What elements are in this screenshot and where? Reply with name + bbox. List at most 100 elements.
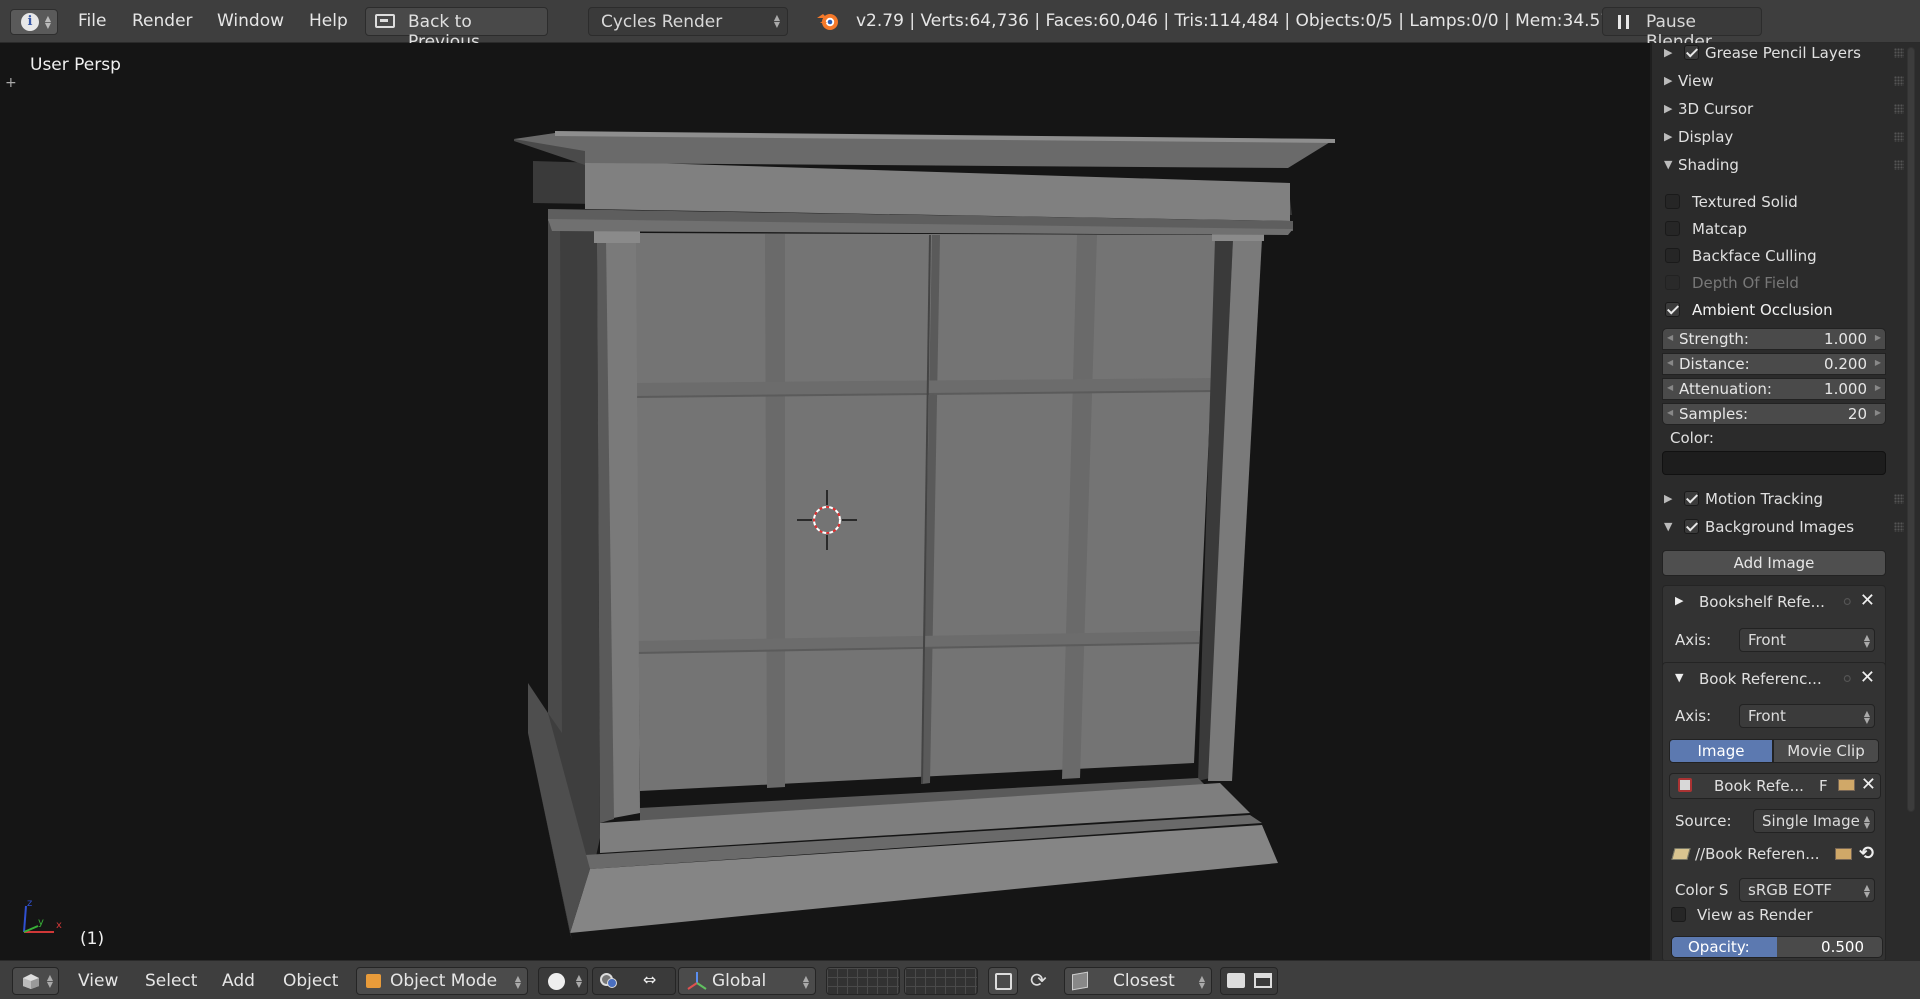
back-to-previous-button[interactable]: Back to Previous [365,7,548,52]
menu-file[interactable]: File [78,11,106,31]
unlink-image-close-icon[interactable]: ✕ [1861,774,1876,795]
panel-background-images[interactable]: ▼ Background Images [1652,518,1904,540]
pause-icon [1618,15,1629,29]
increment-arrow-icon[interactable]: ▶ [1875,333,1881,342]
source-dropdown[interactable]: Single Image ▲ ▼ [1753,809,1875,833]
depth-of-field-checkbox[interactable] [1665,275,1680,290]
remove-item-2-close-icon[interactable]: ✕ [1860,667,1875,688]
remove-item-1-close-icon[interactable]: ✕ [1860,590,1875,611]
menu-object[interactable]: Object [283,971,338,991]
grease-pencil-checkbox[interactable] [1684,45,1699,60]
region-expand-icon[interactable]: + [5,75,17,91]
3d-cursor-label: 3D Cursor [1678,100,1754,118]
bg-image-item-1-header[interactable]: ▶ Bookshelf Refe... ⚪ ✕ [1663,590,1885,616]
option-matcap[interactable]: Matcap [1652,220,1904,242]
drag-grip-icon[interactable] [1894,132,1904,142]
drag-grip-icon[interactable] [1894,48,1904,58]
panel-grease-pencil[interactable]: ▶ Grease Pencil Layers [1652,44,1904,66]
display-label: Display [1678,128,1734,146]
panel-display[interactable]: ▶ Display [1652,128,1904,150]
pause-blender-button[interactable]: Pause Blender [1602,7,1762,52]
updown-arrow-icon: ▲ ▼ [1863,633,1870,649]
menu-view[interactable]: View [78,971,118,991]
opacity-slider[interactable]: Opacity: 0.500 [1671,936,1883,958]
ambient-occlusion-checkbox[interactable] [1665,302,1680,317]
panel-3d-cursor[interactable]: ▶ 3D Cursor [1652,100,1904,122]
tab-movie-clip[interactable]: Movie Clip [1773,739,1879,763]
increment-arrow-icon[interactable]: ▶ [1875,383,1881,392]
add-image-button[interactable]: Add Image [1662,550,1886,576]
option-view-as-render[interactable]: View as Render [1663,906,1885,928]
visibility-eye-icon[interactable]: ⚪ [1841,670,1854,688]
fake-user-toggle[interactable]: F [1819,777,1828,795]
image-browse-icon[interactable] [1678,778,1692,792]
drag-grip-icon[interactable] [1894,160,1904,170]
drag-grip-icon[interactable] [1894,494,1904,504]
editor-type-button[interactable]: ▲ ▼ [12,967,59,995]
render-engine-dropdown[interactable]: Cycles Render ▲ ▼ [588,7,788,36]
matcap-checkbox[interactable] [1665,221,1680,236]
bg-image-item-1-axis-dropdown[interactable]: Front ▲ ▼ [1739,628,1875,652]
decrement-arrow-icon[interactable]: ◀ [1667,333,1673,342]
viewport-shading-dropdown[interactable]: ▲ ▼ [538,967,588,995]
ao-distance-field[interactable]: ◀ Distance: 0.200 ▶ [1662,353,1886,375]
visibility-eye-icon[interactable]: ⚪ [1841,593,1854,611]
filepath-field[interactable]: //Book Referen... [1695,845,1820,863]
open-folder-icon[interactable] [1838,779,1855,791]
ao-color-swatch[interactable] [1662,451,1886,475]
image-datablock-selector[interactable]: Book Refe... F ✕ [1669,773,1881,799]
layer-buttons-right[interactable] [904,967,978,995]
drag-grip-icon[interactable] [1894,522,1904,532]
menu-select[interactable]: Select [145,971,197,991]
option-textured-solid[interactable]: Textured Solid [1652,193,1904,215]
bg-image-item-2-header[interactable]: ▼ Book Referenc... ⚪ ✕ [1663,667,1885,693]
drag-grip-icon[interactable] [1894,76,1904,86]
tab-image[interactable]: Image [1669,739,1773,763]
option-ambient-occlusion[interactable]: Ambient Occlusion [1652,301,1904,323]
panel-scrollbar-thumb[interactable] [1907,47,1915,812]
object-mode-cube-icon [366,974,381,988]
panel-scrollbar[interactable] [1906,43,1916,953]
panel-view[interactable]: ▶ View [1652,72,1904,94]
drag-grip-icon[interactable] [1894,104,1904,114]
textured-solid-checkbox[interactable] [1665,194,1680,209]
lock-camera-layers-button[interactable] [988,967,1018,995]
ao-samples-field[interactable]: ◀ Samples: 20 ▶ [1662,403,1886,425]
render-still-camera-icon[interactable] [1227,973,1245,988]
decrement-arrow-icon[interactable]: ◀ [1667,408,1673,417]
menu-add[interactable]: Add [222,971,255,991]
image-name-field[interactable]: Book Refe... [1714,777,1804,795]
interaction-mode-dropdown[interactable]: Object Mode ▲ ▼ [356,967,528,995]
opacity-value: 0.500 [1821,938,1864,956]
menu-window[interactable]: Window [217,11,284,31]
layer-buttons-left[interactable] [826,967,900,995]
menu-help[interactable]: Help [309,11,348,31]
snap-target-dropdown[interactable]: Closest ▲ ▼ [1064,967,1212,995]
decrement-arrow-icon[interactable]: ◀ [1667,383,1673,392]
backface-culling-checkbox[interactable] [1665,248,1680,263]
transform-orientation-dropdown[interactable]: Global ▲ ▼ [678,967,816,995]
ao-attenuation-label: Attenuation: [1679,380,1772,398]
colorspace-dropdown[interactable]: sRGB EOTF ▲ ▼ [1739,878,1875,902]
background-images-checkbox[interactable] [1684,519,1699,534]
open-folder-icon[interactable] [1835,848,1852,860]
3d-viewport[interactable]: User Persp + x z y (1) [0,43,1650,960]
menu-render[interactable]: Render [132,11,193,31]
view-as-render-checkbox[interactable] [1671,907,1686,922]
option-backface-culling[interactable]: Backface Culling [1652,247,1904,269]
panel-shading[interactable]: ▼ Shading [1652,156,1904,178]
render-animation-clapper-icon[interactable] [1254,973,1272,988]
increment-arrow-icon[interactable]: ▶ [1875,358,1881,367]
option-depth-of-field[interactable]: Depth Of Field [1652,274,1904,296]
ao-attenuation-field[interactable]: ◀ Attenuation: 1.000 ▶ [1662,378,1886,400]
increment-arrow-icon[interactable]: ▶ [1875,408,1881,417]
reload-icon[interactable]: ⟲ [1859,843,1874,864]
editor-type-button[interactable]: i ▲ ▼ [10,9,58,35]
proportional-editing-icon[interactable]: ⟳ [1030,968,1047,992]
motion-tracking-checkbox[interactable] [1684,491,1699,506]
ao-strength-field[interactable]: ◀ Strength: 1.000 ▶ [1662,328,1886,350]
manipulator-toggle-icon[interactable]: ⇔ [643,970,656,989]
panel-motion-tracking[interactable]: ▶ Motion Tracking [1652,490,1904,512]
bg-image-item-2-axis-dropdown[interactable]: Front ▲ ▼ [1739,704,1875,728]
decrement-arrow-icon[interactable]: ◀ [1667,358,1673,367]
